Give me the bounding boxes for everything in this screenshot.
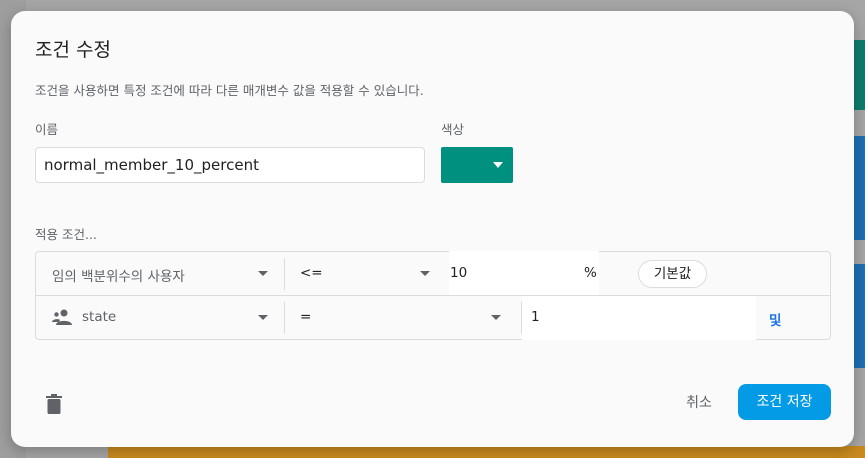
percent-unit: %: [584, 265, 597, 281]
cancel-button[interactable]: 취소: [675, 391, 723, 415]
conditions-table: 임의 백분위수의 사용자 <= 10 % 기본값 state = 1 및: [35, 251, 831, 340]
divider: [284, 258, 285, 290]
color-dropdown[interactable]: [441, 147, 513, 183]
chevron-down-icon[interactable]: [491, 315, 501, 320]
property-dropdown[interactable]: 임의 백분위수의 사용자: [52, 265, 185, 285]
background-card-blue: [853, 264, 865, 368]
conditions-label: 적용 조건...: [35, 227, 97, 242]
dialog-description: 조건을 사용하면 특정 조건에 따라 다른 매개변수 값을 적용할 수 있습니다…: [35, 83, 424, 98]
chevron-down-icon[interactable]: [420, 271, 430, 276]
name-label: 이름: [35, 122, 59, 137]
background-card-orange: [108, 446, 865, 458]
state-value-input[interactable]: 1: [531, 309, 540, 325]
operator-dropdown[interactable]: <=: [300, 265, 323, 281]
save-condition-button[interactable]: 조건 저장: [738, 384, 831, 420]
chevron-down-icon: [493, 162, 503, 168]
divider: [284, 302, 285, 334]
background-card-teal: [853, 40, 865, 110]
chevron-down-icon[interactable]: [258, 315, 268, 320]
condition-row: state = 1 및: [36, 296, 830, 340]
color-label: 색상: [441, 122, 465, 137]
name-input[interactable]: normal_member_10_percent: [35, 147, 425, 183]
dialog-title: 조건 수정: [35, 39, 111, 61]
property-dropdown[interactable]: state: [82, 309, 116, 325]
value-input-bg: [449, 251, 599, 295]
person-group-icon: [52, 309, 72, 325]
operator-dropdown[interactable]: =: [300, 309, 311, 325]
and-link[interactable]: 및: [769, 309, 781, 329]
background-card-blue: [853, 136, 865, 240]
value-input-bg: [522, 296, 756, 340]
trash-icon[interactable]: [46, 394, 62, 414]
edit-condition-dialog: 조건 수정 조건을 사용하면 특정 조건에 따라 다른 매개변수 값을 적용할 …: [11, 11, 854, 447]
percentile-value-input[interactable]: 10: [450, 265, 467, 281]
chevron-down-icon[interactable]: [258, 271, 268, 276]
default-chip[interactable]: 기본값: [638, 260, 707, 288]
condition-row: 임의 백분위수의 사용자 <= 10 % 기본값: [36, 251, 830, 296]
